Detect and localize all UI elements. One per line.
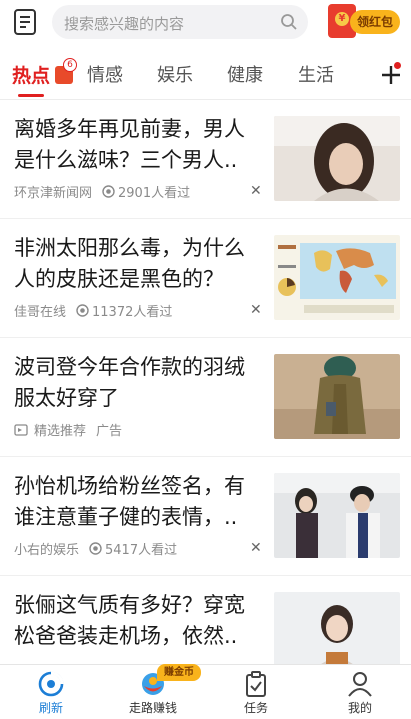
refresh-icon bbox=[38, 671, 64, 697]
red-packet-button[interactable]: ¥ 领红包 bbox=[328, 4, 400, 38]
article-meta: 精选推荐 广告 bbox=[14, 420, 122, 439]
category-tabs: 热点 6 情感 娱乐 健康 生活 bbox=[0, 52, 411, 98]
nav-refresh[interactable]: 刷新 bbox=[0, 665, 102, 719]
search-input[interactable]: 搜索感兴趣的内容 bbox=[64, 13, 184, 34]
tab-life[interactable]: 生活 bbox=[298, 61, 334, 87]
user-icon bbox=[348, 672, 372, 697]
earn-coins-badge: 赚金币 bbox=[157, 664, 201, 681]
nav-profile[interactable]: 我的 bbox=[309, 665, 411, 719]
clipboard-check-icon bbox=[246, 671, 266, 697]
woman-jacket-image bbox=[274, 592, 400, 664]
view-icon bbox=[76, 304, 89, 317]
article-title[interactable]: 非洲太阳那么毒，为什么人的皮肤还是黑色的？ bbox=[14, 233, 264, 295]
feed-item[interactable]: 张俪这气质有多好？穿宽松爸爸装走机场，依然.. bbox=[0, 576, 411, 664]
dismiss-icon[interactable]: ✕ bbox=[250, 302, 262, 318]
feed-item[interactable]: 非洲太阳那么毒，为什么人的皮肤还是黑色的？ 佳哥在线 11372人看过 ✕ bbox=[0, 219, 411, 337]
document-icon[interactable] bbox=[13, 8, 37, 36]
feed-item[interactable]: 孙怡机场给粉丝签名，有谁注意董子健的表情，.. 小右的娱乐 5417人看过 ✕ bbox=[0, 457, 411, 575]
dismiss-icon[interactable]: ✕ bbox=[250, 183, 262, 199]
active-tab-indicator bbox=[18, 94, 44, 97]
nav-label: 刷新 bbox=[38, 701, 63, 715]
view-count: 11372人看过 bbox=[76, 301, 172, 320]
hot-badge: 6 bbox=[55, 58, 77, 84]
view-count-text: 11372人看过 bbox=[92, 305, 173, 320]
article-thumbnail[interactable] bbox=[274, 354, 400, 439]
article-source: 佳哥在线 bbox=[14, 305, 67, 320]
airport-couple-image bbox=[274, 473, 400, 558]
world-map-image bbox=[274, 235, 400, 320]
article-title[interactable]: 孙怡机场给粉丝签名，有谁注意董子健的表情，.. bbox=[14, 471, 264, 533]
article-meta: 小右的娱乐 5417人看过 bbox=[14, 539, 177, 558]
article-source: 小右的娱乐 bbox=[14, 543, 80, 558]
notification-dot bbox=[394, 62, 401, 69]
tab-hot[interactable]: 热点 bbox=[12, 61, 50, 88]
article-thumbnail[interactable] bbox=[274, 473, 400, 558]
search-icon[interactable] bbox=[280, 13, 298, 31]
article-title[interactable]: 离婚多年再见前妻，男人是什么滋味？三个男人.. bbox=[14, 114, 264, 176]
ad-tag: 广告 bbox=[96, 424, 123, 439]
article-source: 精选推荐 bbox=[34, 424, 87, 439]
article-thumbnail[interactable] bbox=[274, 235, 400, 320]
down-jacket-image bbox=[274, 354, 400, 439]
nav-label: 走路赚钱 bbox=[128, 701, 177, 715]
article-thumbnail[interactable] bbox=[274, 116, 400, 201]
view-icon bbox=[102, 185, 115, 198]
ad-icon bbox=[14, 423, 28, 436]
view-count-text: 2901人看过 bbox=[118, 186, 191, 201]
tab-entertainment[interactable]: 娱乐 bbox=[157, 61, 193, 87]
dismiss-icon[interactable]: ✕ bbox=[250, 540, 262, 556]
coin-icon: ¥ bbox=[335, 12, 349, 26]
article-source: 环京津新闻网 bbox=[14, 186, 93, 201]
article-meta: 环京津新闻网 2901人看过 bbox=[14, 182, 190, 201]
feed-item-ad[interactable]: 波司登今年合作款的羽绒服太好穿了 精选推荐 广告 bbox=[0, 338, 411, 456]
article-title[interactable]: 张俪这气质有多好？穿宽松爸爸装走机场，依然.. bbox=[14, 590, 264, 652]
woman-portrait-image bbox=[274, 116, 400, 201]
article-thumbnail[interactable] bbox=[274, 592, 400, 664]
view-icon bbox=[89, 542, 102, 555]
view-count-text: 5417人看过 bbox=[105, 543, 178, 558]
nav-tasks[interactable]: 任务 bbox=[205, 665, 307, 719]
badge-count: 6 bbox=[63, 58, 77, 72]
tab-health[interactable]: 健康 bbox=[227, 61, 263, 87]
nav-label: 任务 bbox=[243, 701, 268, 715]
view-count: 2901人看过 bbox=[102, 182, 190, 201]
bottom-nav: 刷新 走路赚钱 任务 我的 bbox=[0, 664, 411, 719]
article-title[interactable]: 波司登今年合作款的羽绒服太好穿了 bbox=[14, 352, 264, 414]
search-box[interactable]: 搜索感兴趣的内容 bbox=[52, 5, 308, 39]
article-meta: 佳哥在线 11372人看过 bbox=[14, 301, 172, 320]
view-count: 5417人看过 bbox=[89, 539, 177, 558]
red-packet-label: 领红包 bbox=[350, 10, 400, 34]
feed-item[interactable]: 离婚多年再见前妻，男人是什么滋味？三个男人.. 环京津新闻网 2901人看过 ✕ bbox=[0, 100, 411, 218]
top-bar: 搜索感兴趣的内容 ¥ 领红包 bbox=[0, 0, 411, 46]
nav-label: 我的 bbox=[347, 701, 372, 715]
tab-emotion[interactable]: 情感 bbox=[87, 61, 123, 87]
